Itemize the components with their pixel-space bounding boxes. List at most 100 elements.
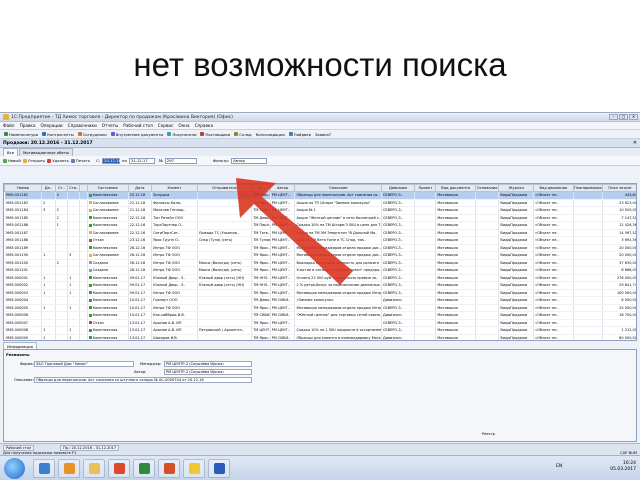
grid-column-header[interactable]: Автор (269, 184, 296, 192)
taskbar-word[interactable] (208, 459, 230, 478)
new-button[interactable]: Новый (3, 158, 21, 163)
print-button[interactable]: Печать (70, 158, 90, 163)
grid-column-header[interactable]: Ст.. (54, 184, 69, 192)
close-button[interactable]: ✕ (629, 114, 638, 120)
grid-column-header[interactable]: Клиент (151, 184, 198, 192)
grid-column-header[interactable]: Да.. (41, 184, 56, 192)
table-cell: «Объект не.. (533, 311, 574, 320)
table-row[interactable]: ЭМЭ-001187 Согласование 22.12.16 СитиПартСи… (4, 229, 636, 237)
table-cell (79, 259, 88, 267)
taskbar-1c[interactable] (183, 459, 205, 478)
description-field[interactable]: Образцы для перегоогров. Акт списания со… (34, 377, 252, 383)
menu-service[interactable]: Сервис (158, 123, 174, 128)
clock[interactable]: 16:24 05.03.2017 (610, 461, 636, 473)
table-row[interactable]: ЭМЭ-001185 2 Комплексная 22.12.16 Топ Ритейл… (4, 214, 636, 222)
grid-column-header[interactable]: Состояние (86, 184, 129, 192)
table-cell: 09.01.17 (128, 289, 153, 297)
delete-button[interactable]: Удалить (47, 158, 69, 163)
table-row[interactable]: ЭМЭ-001186 1 Комплексная 22.12.16 ТоргПартне… (4, 221, 636, 230)
open-button[interactable]: Открыть (22, 158, 45, 163)
taskbar-media[interactable] (58, 459, 80, 478)
table-cell: Мочалов Геннад.. (151, 206, 198, 215)
table-row[interactable]: ЭМЭ-001201 Создано 26.12.16 Интро ТФ ООО Мак… (4, 266, 636, 275)
grid-column-header[interactable]: Вид документа (435, 184, 476, 192)
grid-column-header[interactable]: Ста.. (67, 184, 81, 192)
table-row[interactable]: ЭМЭ-001184 3 2 Согласование 21.12.16 Мочалов … (4, 206, 636, 215)
table-row[interactable]: ЭМЭ-000005 1 1 Комплексная 10.01.17 Интро ТФ … (4, 304, 636, 312)
taskbar-browser[interactable] (108, 459, 130, 478)
grid-column-header[interactable]: Рег.. (251, 184, 271, 192)
menu-desktop[interactable]: Рабочий стол (123, 123, 152, 128)
tab-all[interactable]: Все (3, 148, 19, 156)
grid-column-header[interactable]: Журнал (498, 184, 535, 192)
taskbar-folder[interactable] (83, 459, 105, 478)
toolbar-nomenclature[interactable]: Номенклатура (3, 132, 39, 137)
table-row[interactable]: ЭМЭ-001188 Отказ 23.12.16 Ярос Групп О.. Спа… (4, 236, 636, 245)
period-from-input[interactable]: 20.12.16 (102, 157, 121, 164)
table-row[interactable]: ЭМЭ-001200 2 Создано 26.12.16 Интро ТФ ООО Ма… (4, 259, 636, 267)
menu-help[interactable]: Справка (195, 123, 213, 128)
number-input[interactable]: 297 (164, 157, 197, 164)
language-indicator[interactable]: EN (556, 464, 562, 469)
status-text: Комплексная (92, 335, 118, 340)
taskbar-excel[interactable] (133, 459, 155, 478)
toolbar-paydver[interactable]: Пайдвер (288, 132, 312, 137)
table-row[interactable]: ЭМЭ-000006 Комплексная 10.01.17 Кок-сиббрид… (4, 311, 636, 320)
taskbar-powerpoint[interactable] (158, 459, 180, 478)
grid-column-header[interactable]: Описание (294, 184, 382, 192)
toolbar-suppliers[interactable]: Поставщики (199, 132, 231, 137)
menu-operations[interactable]: Операции (41, 123, 63, 128)
toolbar-warehouse[interactable]: Склад (233, 132, 252, 137)
table-row[interactable]: ЭМЭ-000002 1 1 Комплексная 09.01.17 Южный Дво… (4, 281, 636, 290)
toolbar-contractors[interactable]: Контрагенты (41, 132, 74, 137)
registry-button[interactable]: Реестр (482, 432, 495, 436)
manager-field[interactable]: РМ ЦЕНТР-2 (Скрылёва Ирина) (164, 361, 252, 367)
grid-column-header[interactable]: Дата (127, 184, 153, 192)
table-row[interactable]: ЭМЭ-001189 Комплексная 26.12.16 Интро ТФ ОО… (4, 244, 636, 252)
start-button[interactable] (4, 458, 25, 479)
table-row[interactable]: ЭМЭ-001183 2 Согласование 21.12.16 Феликсы К… (4, 199, 636, 207)
firm-field[interactable]: ЗАО Торговый Дом "Химос" (34, 361, 134, 367)
toolbar-internal-docs[interactable]: Внутренние документы (110, 132, 165, 137)
grid-column-header[interactable] (79, 184, 88, 192)
sales-grid[interactable]: Номер Да.. Ст.. Ста.. Состояние Дата Клиент Отп… (3, 183, 637, 341)
toolbar-employees[interactable]: Сотрудники (77, 132, 108, 137)
number-label: № (158, 158, 163, 163)
grid-column-header[interactable]: План затрат (602, 184, 636, 192)
grid-column-header[interactable]: Номер (4, 184, 43, 192)
tab-motivation[interactable]: Мотивационные обеты (19, 148, 73, 156)
table-row[interactable]: ЭМЭ-000003 1 1 Комплексная 09.01.17 Интро ТФ … (4, 289, 636, 297)
taskbar-explorer[interactable] (33, 459, 55, 478)
grid-column-header[interactable]: Проект (414, 184, 437, 192)
table-row[interactable]: ЭМЭ-000008 1 1 Комплексная 13.01.17 Арыпов А.… (4, 326, 636, 335)
document-close-icon[interactable]: ✕ (633, 140, 637, 146)
menu-windows[interactable]: Окна (178, 123, 189, 128)
grid-column-header[interactable]: Отправитель (196, 184, 253, 192)
table-cell (414, 334, 437, 340)
period-to-input[interactable]: 31.12.17 (128, 157, 155, 164)
filter-select[interactable]: Автор (231, 157, 268, 164)
open-icon (22, 158, 27, 163)
table-cell: 6 000,00 (602, 296, 636, 305)
table-row[interactable]: ЭМЭ-000009 1 1 Комплексная 13.01.17 Шасеров И… (4, 334, 636, 340)
menu-file[interactable]: Файл (3, 123, 15, 128)
toolbar-zayavka[interactable]: ЗаявкаТ (314, 132, 332, 137)
table-row[interactable]: ЭМЭ-000007 Отказ 13.01.17 Арыпов А.В. ИП ТМ … (4, 319, 636, 327)
table-row[interactable]: ЭМЭ-000001 1 1 Комплексная 09.01.17 Южный Дво… (4, 274, 636, 282)
table-row[interactable]: ЭМЭ-001190 1 3 Согласование 26.12.16 Интро ТФ… (4, 251, 636, 260)
grid-column-header[interactable]: Вид движения (533, 184, 574, 192)
table-cell: Мотивация (435, 304, 476, 312)
table-row[interactable]: ЭМЭ-001182 4 Комплексная 20.12.16 Золушка ТМ … (4, 191, 636, 200)
toolbar-consolidation[interactable]: Консолидация (255, 132, 286, 137)
menu-edit[interactable]: Правка (20, 123, 36, 128)
grid-column-header[interactable]: Основание (474, 184, 500, 192)
maximize-button[interactable]: □ (619, 114, 628, 120)
minimize-button[interactable]: – (609, 114, 618, 120)
grid-column-header[interactable]: Дивизион (380, 184, 416, 192)
menu-catalogs[interactable]: Справочники (68, 123, 97, 128)
grid-column-header[interactable]: Планирование (572, 184, 604, 192)
toolbar-buyers[interactable]: Покупатели (166, 132, 197, 137)
table-row[interactable]: ЭМЭ-000004 Комплексная 10.01.17 Гиалоут ООО… (4, 296, 636, 305)
author-field[interactable]: РМ ЦЕНТР-2 (Скрылёва Ирина) (164, 369, 252, 375)
menu-reports[interactable]: Отчеты (102, 123, 119, 128)
